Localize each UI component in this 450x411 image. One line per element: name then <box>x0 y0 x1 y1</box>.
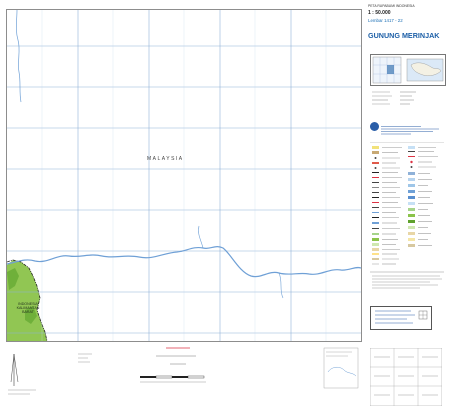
map-sheet: MALAYSIA INDONESIA KALIMANTAN BARAT PETA… <box>0 0 450 410</box>
map-legend <box>370 141 444 292</box>
agency-logo-icon <box>370 122 379 131</box>
declination-diagram <box>8 353 36 395</box>
agency-text-graphic <box>381 126 439 135</box>
coordinate-reference-box <box>370 306 432 330</box>
map-canvas <box>7 10 361 341</box>
sheet-number: Lembar 1417 - 22 <box>368 18 403 23</box>
notes-graphic <box>372 91 416 105</box>
sheet-index-table <box>369 347 443 407</box>
river-tributary <box>198 225 204 249</box>
bottom-index-map <box>323 347 359 389</box>
legend-right-column <box>408 146 438 247</box>
index-map-graphic <box>372 56 444 84</box>
country-label-malaysia: MALAYSIA <box>147 156 184 162</box>
scale-bar <box>140 347 206 383</box>
river-tributary-2 <box>278 272 284 299</box>
agency-text <box>381 122 443 140</box>
bottom-strip-graphic <box>8 347 359 395</box>
legend-left-column <box>372 146 402 265</box>
map-scale: 1 : 50.000 <box>368 10 391 16</box>
coordinate-box-graphic <box>371 307 431 329</box>
map-bottom-strip <box>6 342 362 402</box>
sheet-index-graphic <box>369 347 443 407</box>
stream-upper-left <box>16 10 22 103</box>
sheet-name: GUNUNG MERINJAK <box>368 31 440 40</box>
marginal-info-panel: PETA RUPABUMI INDONESIA 1 : 50.000 Lemba… <box>368 0 446 410</box>
province-label: KALIMANTAN BARAT <box>16 306 40 315</box>
country-label-indonesia: INDONESIA KALIMANTAN BARAT <box>13 302 43 315</box>
minor-grid-lines <box>41 10 327 341</box>
series-label: PETA RUPABUMI INDONESIA <box>368 4 415 8</box>
legend-graphic <box>370 141 444 289</box>
map-frame[interactable]: MALAYSIA INDONESIA KALIMANTAN BARAT <box>6 9 362 342</box>
index-map <box>370 54 446 86</box>
map-notes <box>370 90 444 110</box>
